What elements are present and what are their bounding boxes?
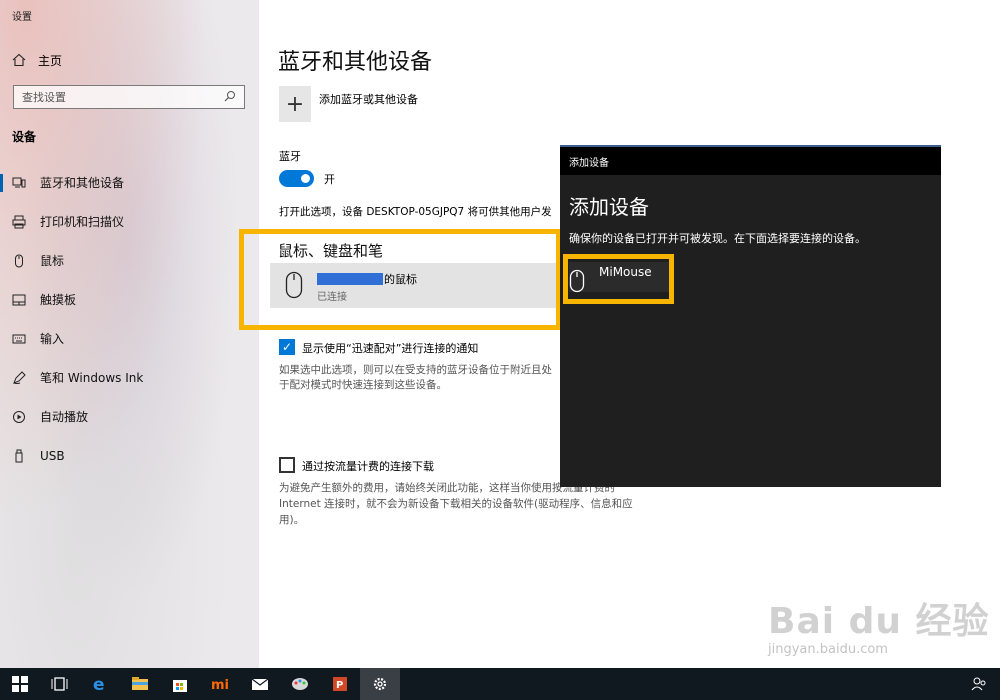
sidebar: 设置 主页 查找设置 设备 蓝牙和其他设备 打印机和扫描仪 鼠标 触摸板 输入 … <box>0 0 259 668</box>
add-device-button[interactable]: + <box>279 86 311 122</box>
add-device-label[interactable]: 添加蓝牙或其他设备 <box>319 91 418 107</box>
page-title: 蓝牙和其他设备 <box>278 50 433 75</box>
metered-download-label[interactable]: 通过按流量计费的连接下载 <box>302 458 434 474</box>
add-device-dialog: 添加设备 添加设备 确保你的设备已打开并可被发现。在下面选择要连接的设备。 Mi… <box>560 145 941 487</box>
svg-text:mi: mi <box>211 678 229 693</box>
dialog-titlebar: 添加设备 <box>560 147 941 175</box>
keyboard-icon <box>12 332 26 346</box>
watermark-url: jingyan.baidu.com <box>768 642 888 657</box>
people-icon[interactable] <box>970 675 988 693</box>
sidebar-item-label: USB <box>40 448 65 463</box>
sidebar-item-typing[interactable]: 输入 <box>0 319 259 358</box>
sidebar-item-label: 输入 <box>40 332 65 346</box>
task-view-icon[interactable] <box>40 668 80 700</box>
section-label-devices: 设备 <box>12 130 37 144</box>
baidu-watermark: Bai du 经验 jingyan.baidu.com <box>768 592 990 657</box>
paint-icon[interactable] <box>280 668 320 700</box>
pen-icon <box>12 370 26 385</box>
edge-icon[interactable]: e <box>80 668 120 700</box>
usb-icon <box>12 449 26 463</box>
sidebar-item-bluetooth[interactable]: 蓝牙和其他设备 <box>0 163 259 202</box>
home-icon <box>12 53 26 67</box>
swift-pair-checkbox[interactable]: ✓ <box>279 339 295 355</box>
sidebar-item-label: 蓝牙和其他设备 <box>40 176 125 190</box>
sidebar-item-label: 触摸板 <box>40 293 77 307</box>
app-title: 设置 <box>12 12 32 23</box>
watermark-main: Bai du 经验 <box>768 601 990 642</box>
sidebar-item-label: 鼠标 <box>40 254 65 268</box>
windows-start-icon[interactable] <box>0 668 40 700</box>
bluetooth-label: 蓝牙 <box>279 150 301 163</box>
svg-text:e: e <box>93 675 105 694</box>
powerpoint-icon[interactable]: P <box>320 668 360 700</box>
mi-icon[interactable]: mi <box>200 668 240 700</box>
settings-icon[interactable] <box>360 668 400 700</box>
bluetooth-toggle[interactable] <box>279 170 314 187</box>
checkmark-icon: ✓ <box>281 340 293 354</box>
swift-pair-label[interactable]: 显示使用“迅速配对”进行连接的通知 <box>302 340 478 356</box>
mouse-icon <box>12 254 26 268</box>
bluetooth-devices-icon <box>12 176 26 190</box>
store-icon[interactable] <box>160 668 200 700</box>
sidebar-item-label: 自动播放 <box>40 410 89 424</box>
metered-download-checkbox[interactable] <box>279 457 295 473</box>
sidebar-item-pen[interactable]: 笔和 Windows Ink <box>0 358 259 397</box>
file-explorer-icon[interactable] <box>120 668 160 700</box>
highlight-frame <box>563 254 674 304</box>
metered-download-description: 为避免产生额外的费用，请始终关闭此功能，这样当你使用按流量计费的 Interne… <box>279 482 633 526</box>
sidebar-item-mouse[interactable]: 鼠标 <box>0 241 259 280</box>
svg-text:P: P <box>336 680 343 691</box>
home-nav-item[interactable]: 主页 <box>12 50 62 70</box>
highlight-frame <box>239 229 561 330</box>
search-input[interactable]: 查找设置 <box>13 85 245 109</box>
sidebar-item-label: 笔和 Windows Ink <box>40 371 144 385</box>
bluetooth-state: 开 <box>324 173 335 186</box>
dialog-subtitle: 确保你的设备已打开并可被发现。在下面选择要连接的设备。 <box>569 232 866 245</box>
touchpad-icon <box>12 293 26 307</box>
printer-icon <box>12 215 26 229</box>
taskbar: e mi P <box>0 668 1000 700</box>
sidebar-item-touchpad[interactable]: 触摸板 <box>0 280 259 319</box>
plus-icon: + <box>285 91 305 117</box>
swift-pair-description: 如果选中此选项，则可以在受支持的蓝牙设备位于附近且处于配对模式时快速连接到这些设… <box>279 364 552 391</box>
sidebar-item-autoplay[interactable]: 自动播放 <box>0 397 259 436</box>
sidebar-nav: 蓝牙和其他设备 打印机和扫描仪 鼠标 触摸板 输入 笔和 Windows Ink… <box>0 163 259 475</box>
dialog-title: 添加设备 <box>569 195 649 219</box>
sidebar-item-printers[interactable]: 打印机和扫描仪 <box>0 202 259 241</box>
discoverable-text: 打开此选项，设备 DESKTOP-05GJPQ7 将可供其他用户发 <box>279 206 552 218</box>
search-placeholder: 查找设置 <box>22 91 66 104</box>
home-label: 主页 <box>38 53 63 68</box>
mail-icon[interactable] <box>240 668 280 700</box>
autoplay-icon <box>12 410 26 424</box>
sidebar-item-label: 打印机和扫描仪 <box>40 215 125 229</box>
search-icon[interactable] <box>224 90 236 105</box>
sidebar-item-usb[interactable]: USB <box>0 436 259 475</box>
